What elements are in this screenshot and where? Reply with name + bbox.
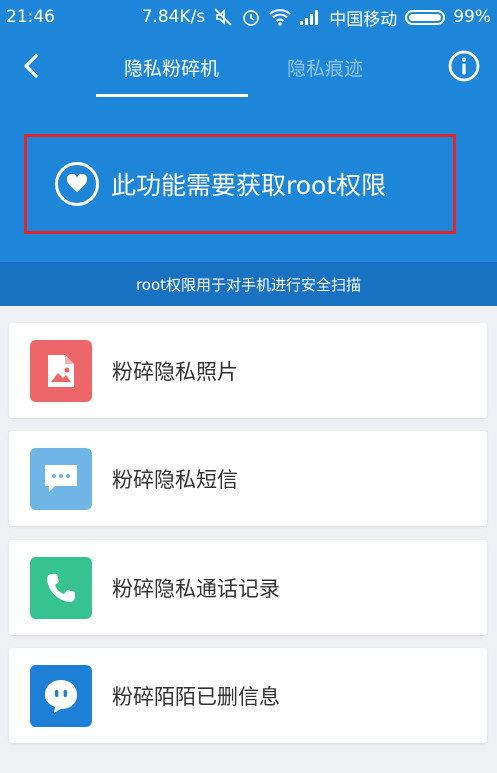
info-icon [448, 50, 480, 82]
heart-icon [55, 162, 99, 206]
signal-icon [299, 8, 321, 26]
tab-privacy-shredder[interactable]: 隐私粉碎机 [124, 54, 219, 81]
back-arrow-icon [24, 54, 38, 78]
list-item-shred-momo[interactable]: 粉碎陌陌已删信息 [9, 648, 487, 743]
header: 隐私粉碎机 隐私痕迹 此功能需要获取root权限 [0, 34, 497, 262]
back-button[interactable] [14, 48, 50, 84]
phone-icon [30, 556, 92, 619]
tab-privacy-traces[interactable]: 隐私痕迹 [287, 54, 363, 81]
list-item-label: 粉碎隐私照片 [112, 359, 238, 384]
status-right: 7.84K/s 中国移动 99% [142, 5, 491, 30]
momo-icon [30, 664, 92, 727]
root-permission-subtitle: root权限用于对手机进行安全扫描 [0, 262, 497, 306]
status-bar: 21:46 7.84K/s 中国移动 99% [0, 0, 497, 34]
wifi-icon [269, 8, 291, 26]
battery-percent: 99% [453, 7, 491, 27]
list-item-shred-messages[interactable]: 粉碎隐私短信 [9, 431, 487, 526]
list-item-label: 粉碎隐私通话记录 [112, 576, 280, 601]
message-icon [30, 447, 92, 510]
active-tab-indicator [96, 94, 248, 97]
carrier-name: 中国移动 [329, 9, 398, 30]
list-item-label: 粉碎隐私短信 [112, 467, 238, 492]
mute-icon [213, 7, 233, 27]
info-button[interactable] [447, 49, 481, 83]
root-permission-text: 此功能需要获取root权限 [111, 171, 387, 200]
battery-icon [405, 9, 446, 25]
list-item-shred-call-log[interactable]: 粉碎隐私通话记录 [9, 540, 487, 635]
network-speed: 7.84K/s [141, 7, 206, 27]
list-item-label: 粉碎陌陌已删信息 [112, 684, 280, 709]
photo-icon [30, 339, 92, 402]
alarm-icon [241, 7, 261, 27]
root-permission-banner[interactable]: 此功能需要获取root权限 [24, 134, 456, 234]
list-item-shred-photos[interactable]: 粉碎隐私照片 [9, 323, 487, 418]
status-time: 21:46 [6, 7, 55, 27]
